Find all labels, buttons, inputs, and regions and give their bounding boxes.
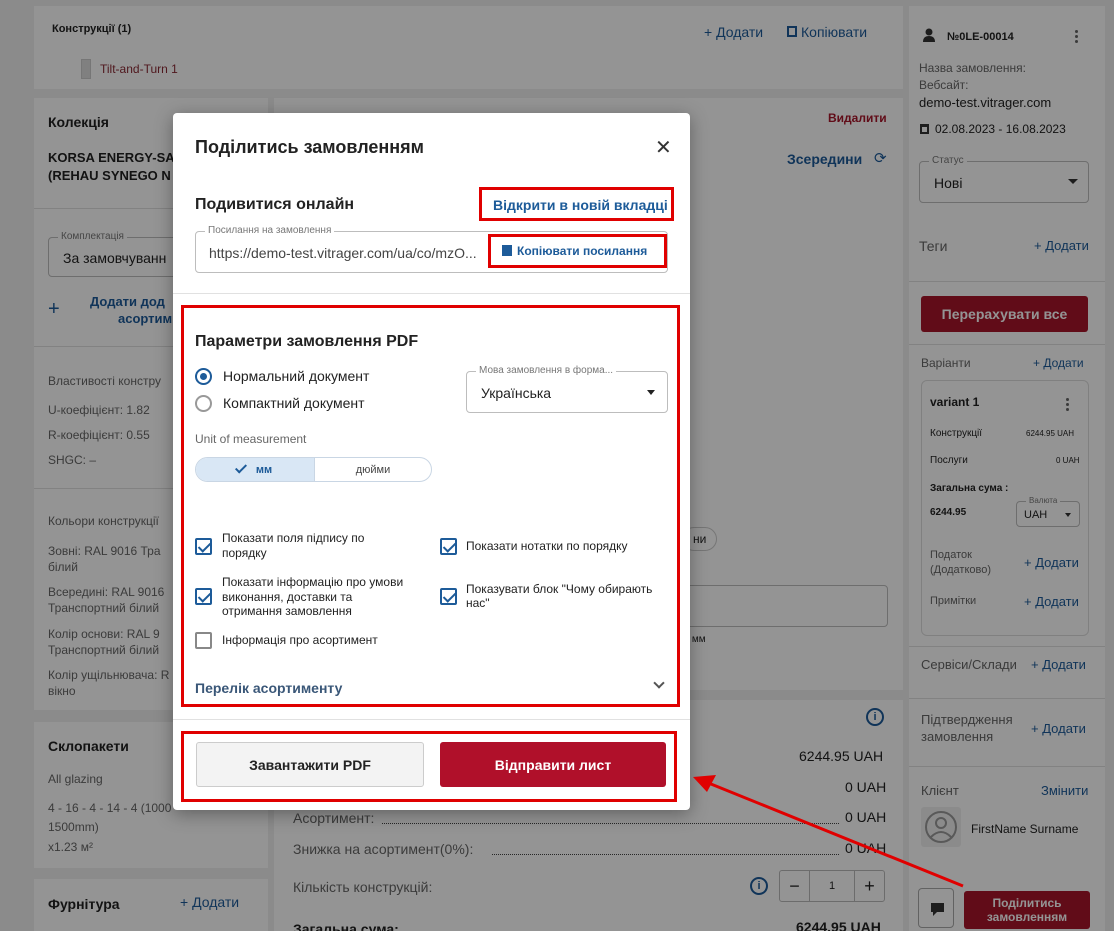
annotation-arrow	[693, 775, 964, 888]
